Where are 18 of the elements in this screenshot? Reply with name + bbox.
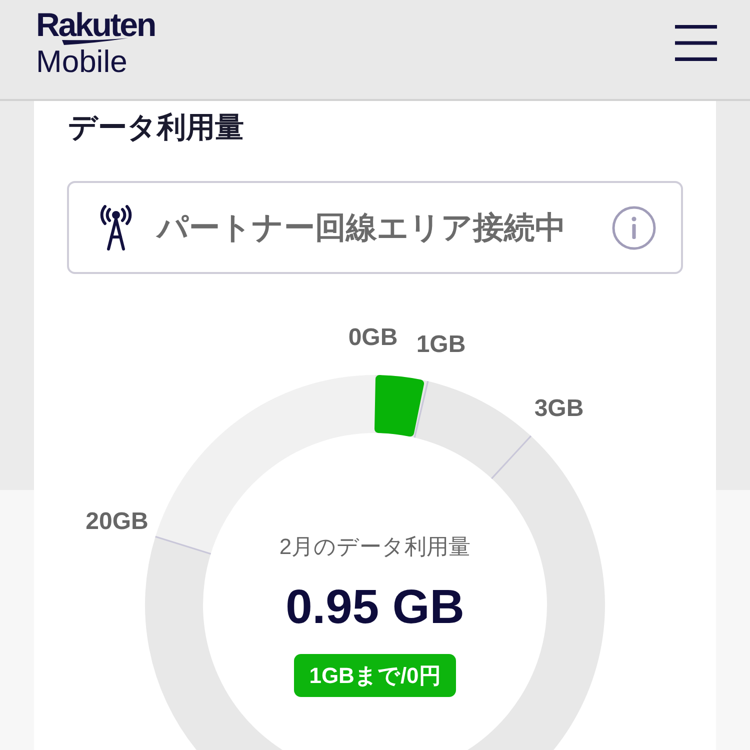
scale-label: 0GB <box>348 324 398 352</box>
scale-label: 3GB <box>534 395 584 423</box>
usage-amount: 0.95 GB <box>286 580 464 636</box>
usage-caption: 2月のデータ利用量 <box>279 533 471 561</box>
gauge-tick <box>414 380 429 438</box>
swoosh-icon <box>62 38 129 45</box>
price-badge: 1GBまで/0円 <box>294 654 456 697</box>
gauge-tick <box>491 435 532 480</box>
menu-button[interactable] <box>675 25 717 61</box>
scale-label: 20GB <box>86 508 148 536</box>
notice-text: パートナー回線エリア接続中 <box>157 208 566 246</box>
menu-icon <box>675 25 717 61</box>
logo-subtext: Mobile <box>36 46 128 77</box>
info-icon[interactable] <box>612 206 656 250</box>
scale-label: 1GB <box>416 331 466 359</box>
card-title: データ利用量 <box>68 111 245 146</box>
logo-text: Rakuten <box>36 8 155 41</box>
gauge-tick <box>155 536 212 555</box>
